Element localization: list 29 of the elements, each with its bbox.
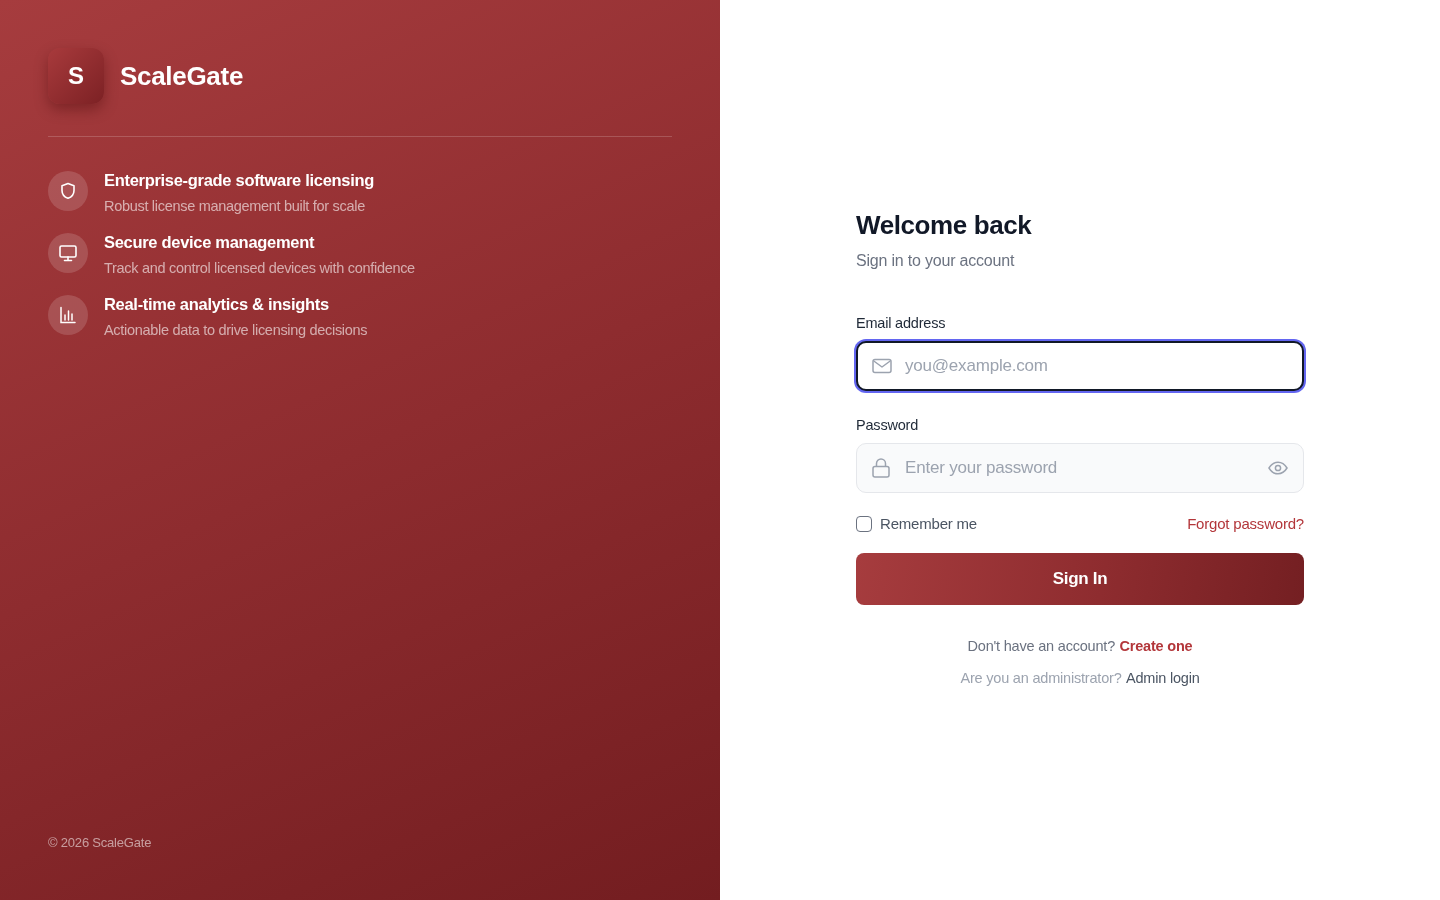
shield-icon (48, 171, 88, 211)
field-label: Password (856, 415, 919, 435)
feature-description: Actionable data to drive licensing decisions (104, 321, 368, 340)
subtitle-text: Sign in to your account (856, 251, 1016, 272)
feature-title: Real-time analytics & insights (104, 294, 330, 314)
copyright-text: © 2026 ScaleGate (48, 833, 152, 852)
feature-description: Track and control licensed devices with confidence (104, 259, 415, 278)
field-label: Email address (856, 314, 946, 334)
eye-icon (1268, 460, 1288, 475)
password-field[interactable]: Enter your password (856, 442, 1304, 493)
signup-prompt: Don't have an account? (967, 638, 1116, 655)
forgot-password-link[interactable]: Forgot password? (1187, 512, 1304, 536)
mail-icon (872, 356, 892, 375)
brand-name: ScaleGate (120, 59, 244, 93)
feature-title: Enterprise-grade software licensing (104, 170, 375, 190)
remember-checkbox[interactable] (856, 515, 872, 532)
admin-prompt: Are you an administrator? (960, 670, 1122, 687)
email-field[interactable]: you@example.com (856, 340, 1304, 391)
create-account-link[interactable]: Create one (1119, 638, 1193, 655)
logo-mark: S (48, 48, 104, 104)
admin-login-link[interactable]: Admin login (1125, 670, 1200, 687)
remember-label: Remember me (880, 513, 977, 534)
lock-icon (872, 457, 890, 478)
monitor-icon (48, 233, 88, 273)
welcome-heading: Welcome back (856, 209, 1033, 242)
sign-in-button[interactable]: Sign In (856, 553, 1304, 606)
feature-description: Robust license management built for scale (104, 197, 366, 216)
feature-title: Secure device management (104, 232, 316, 252)
bar-chart-icon (48, 295, 88, 335)
